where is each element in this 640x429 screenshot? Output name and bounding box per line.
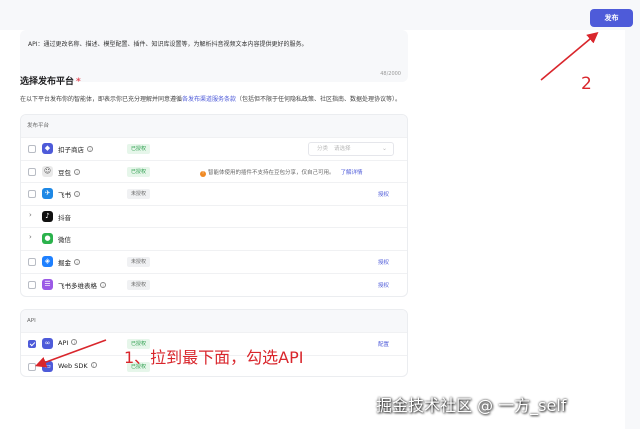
watermark: 掘金技术社区 @ 一方_self [376, 396, 567, 415]
annotation-step-2: 2 [581, 74, 592, 94]
annotation-step-1: 1、拉到最下面，勾选API [124, 348, 304, 367]
annotation-arrows [34, 31, 599, 368]
arrow-to-api-checkbox [34, 339, 107, 368]
